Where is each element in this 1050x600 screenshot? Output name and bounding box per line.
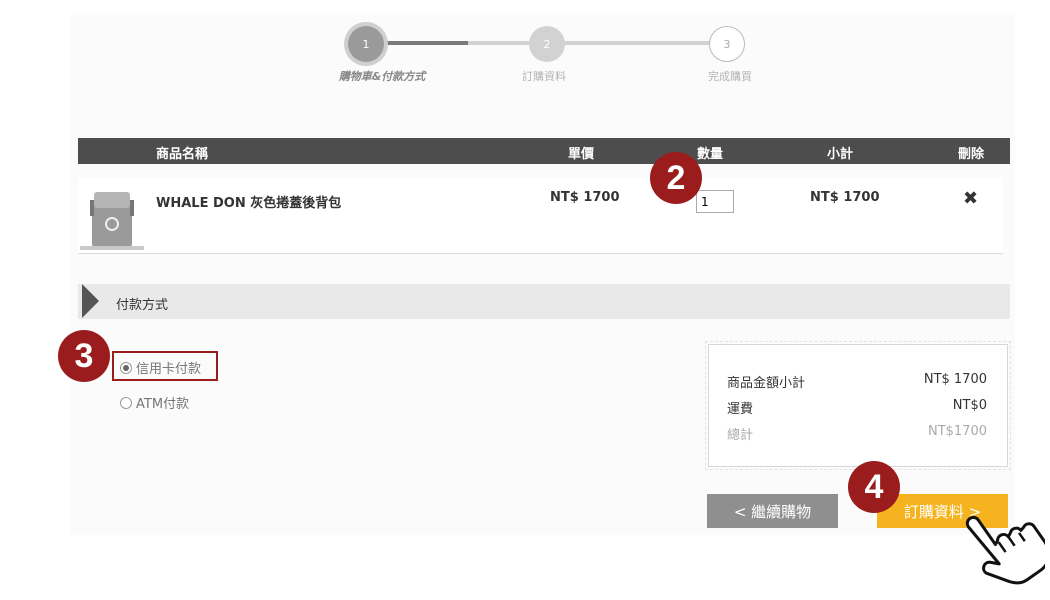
product-thumbnail[interactable] [80, 186, 144, 250]
payment-option-label: 信用卡付款 [136, 362, 202, 377]
stepper-progress-line [380, 41, 468, 45]
summary-row-shipping: 運費 NT$0 [727, 398, 987, 417]
step-1-label: 購物車&付款方式 [338, 70, 426, 83]
step-3-label: 完成購買 [708, 70, 752, 83]
checkout-stepper: 1 2 3 購物車&付款方式 訂購資料 完成購買 [0, 0, 1050, 100]
step-2-circle: 2 [529, 26, 565, 62]
continue-shopping-button[interactable]: < 繼續購物 [707, 494, 838, 528]
summary-value: NT$0 [952, 398, 987, 413]
radio-credit-card[interactable] [120, 361, 132, 374]
header-quantity: 數量 [697, 147, 724, 162]
step-marker-4: 4 [848, 461, 900, 513]
summary-row-subtotal: 商品金額小計 NT$ 1700 [727, 372, 987, 391]
summary-row-total: 總計 NT$1700 [727, 424, 987, 443]
payment-option-atm[interactable]: ATM付款 [120, 393, 189, 412]
hand-pointer-icon [965, 515, 1045, 585]
payment-method-title: 付款方式 [116, 298, 169, 313]
product-unit-price: NT$ 1700 [550, 190, 620, 205]
step-1-circle: 1 [348, 26, 384, 62]
header-delete: 刪除 [958, 147, 985, 162]
cart-item-row: WHALE DON 灰色捲蓋後背包 NT$ 1700 NT$ 1700 ✖ [78, 178, 1003, 254]
radio-atm[interactable] [120, 396, 132, 409]
summary-label: 商品金額小計 [727, 376, 806, 391]
step-marker-2: 2 [650, 152, 702, 204]
product-subtotal: NT$ 1700 [810, 190, 880, 205]
step-3-circle: 3 [709, 26, 745, 62]
expand-arrow-icon [82, 284, 99, 318]
payment-option-credit-card[interactable]: 信用卡付款 [120, 358, 201, 377]
summary-label: 總計 [727, 428, 754, 443]
stepper-line [563, 41, 713, 45]
quantity-input[interactable] [696, 190, 734, 213]
summary-label: 運費 [727, 402, 754, 417]
payment-method-header[interactable]: 付款方式 [78, 284, 1010, 319]
stepper-line [468, 41, 533, 45]
summary-value: NT$ 1700 [923, 372, 987, 387]
header-subtotal: 小計 [827, 147, 854, 162]
header-unit-price: 單價 [568, 147, 595, 162]
cart-table-header: 商品名稱 單價 數量 小計 刪除 [78, 138, 1010, 164]
order-summary: 商品金額小計 NT$ 1700 運費 NT$0 總計 NT$1700 [705, 341, 1011, 470]
step-2-label: 訂購資料 [522, 70, 566, 83]
product-name[interactable]: WHALE DON 灰色捲蓋後背包 [156, 192, 341, 211]
header-product-name: 商品名稱 [156, 147, 209, 162]
step-marker-3: 3 [58, 330, 110, 382]
delete-icon[interactable]: ✖ [963, 188, 978, 209]
summary-value: NT$1700 [927, 424, 987, 439]
payment-option-label: ATM付款 [136, 397, 190, 412]
